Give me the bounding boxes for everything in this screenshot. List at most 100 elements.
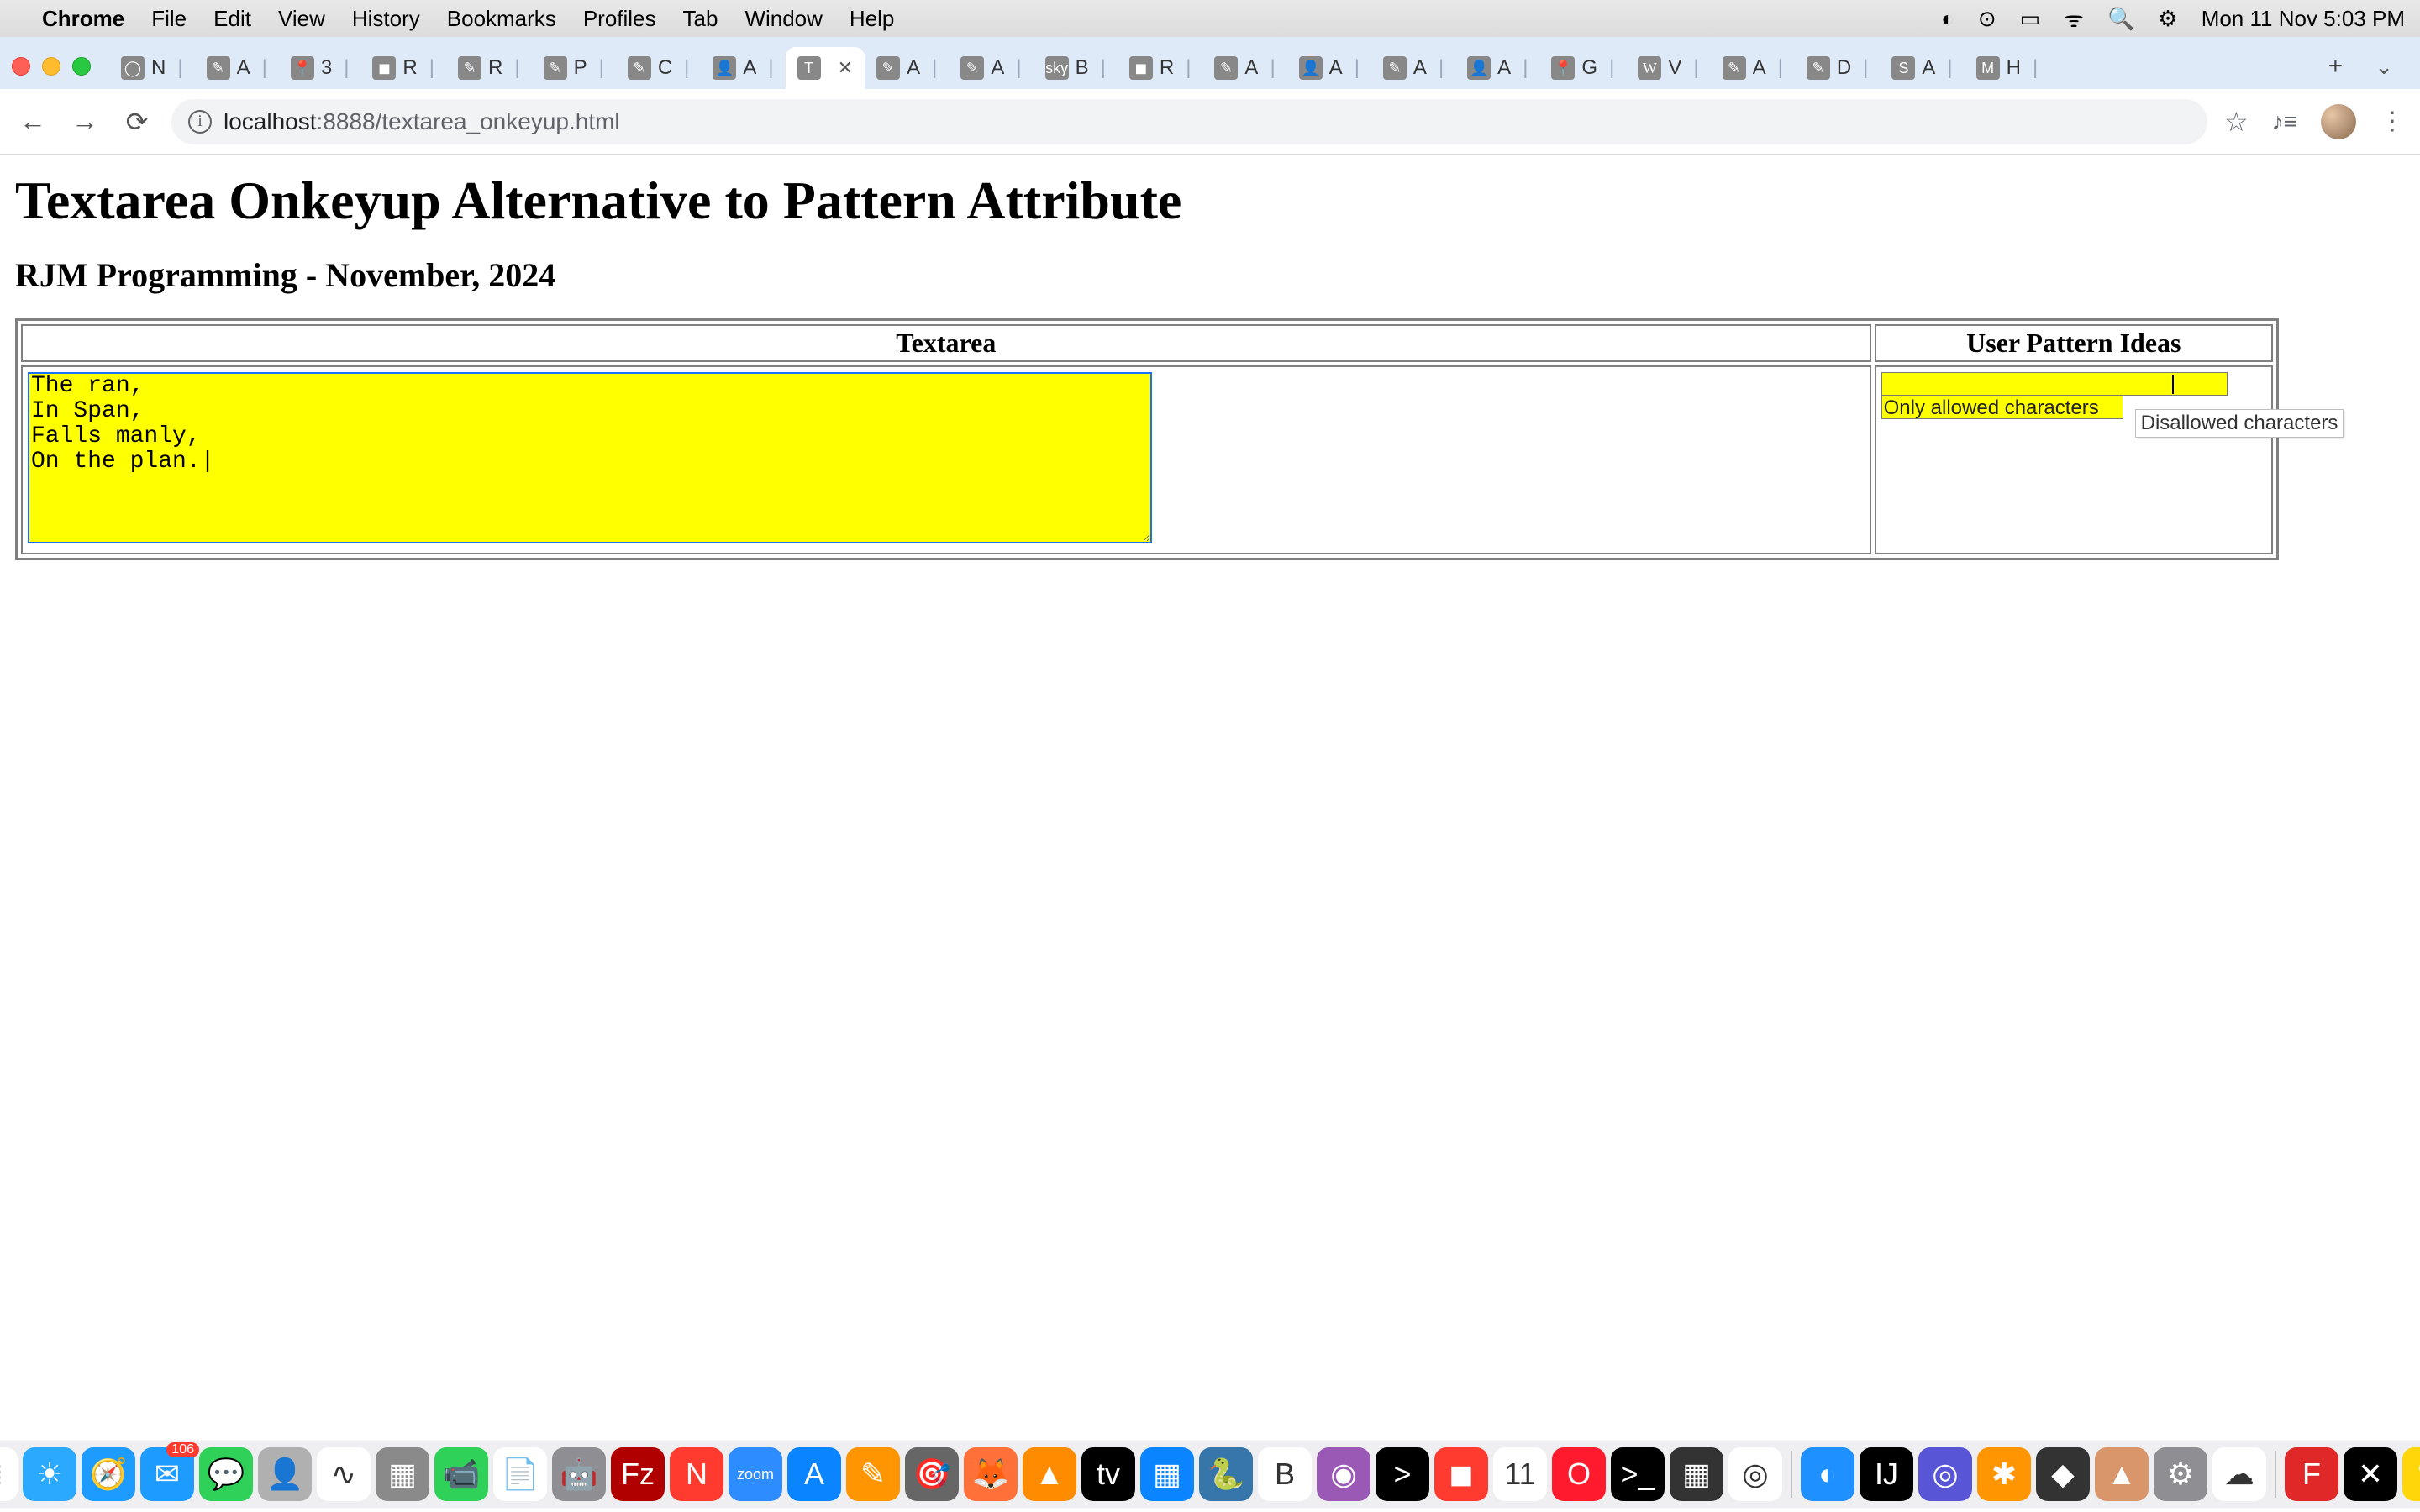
- brackets-icon[interactable]: B: [1258, 1447, 1312, 1501]
- intellij-icon[interactable]: IJ: [1860, 1447, 1913, 1501]
- app4-icon[interactable]: ✱: [1977, 1447, 2031, 1501]
- opera-icon[interactable]: O: [1552, 1447, 1606, 1501]
- window-close-button[interactable]: [12, 57, 30, 76]
- system-icon[interactable]: ⚙: [2154, 1447, 2207, 1501]
- back-button[interactable]: ←: [15, 106, 50, 137]
- wifi-icon[interactable]: ᯤ: [2064, 3, 2084, 34]
- window-zoom-button[interactable]: [72, 57, 91, 76]
- cloud-icon[interactable]: ☁: [2212, 1447, 2266, 1501]
- chrome-menu-icon[interactable]: ⋮: [2380, 107, 2405, 136]
- reminders-icon[interactable]: ≣: [0, 1447, 18, 1501]
- app1-icon[interactable]: ◼: [1434, 1447, 1488, 1501]
- pages-icon[interactable]: ✎: [846, 1447, 900, 1501]
- moon-icon[interactable]: ◐: [1941, 6, 1954, 32]
- tab[interactable]: ✎D|: [1795, 47, 1881, 89]
- tabs-dropdown-button[interactable]: ⌄: [2360, 54, 2408, 80]
- textedit-icon[interactable]: 📄: [493, 1447, 547, 1501]
- menubar-clock[interactable]: Mon 11 Nov 5:03 PM: [2202, 6, 2405, 32]
- bookmark-star-icon[interactable]: ☆: [2224, 106, 2249, 138]
- control-center-icon[interactable]: ⚙: [2158, 6, 2177, 32]
- calculator-icon[interactable]: ▦: [1670, 1447, 1723, 1501]
- tab[interactable]: ✎C|: [616, 47, 702, 89]
- mail-icon[interactable]: ✉: [140, 1447, 194, 1501]
- calendar-icon[interactable]: 11: [1493, 1447, 1547, 1501]
- tab[interactable]: ✎R|: [446, 47, 532, 89]
- tab[interactable]: ✎A|: [195, 47, 279, 89]
- vlc-icon[interactable]: ▲: [1023, 1447, 1076, 1501]
- tab[interactable]: ◼R|: [1118, 47, 1203, 89]
- keynote-icon[interactable]: ▦: [1140, 1447, 1194, 1501]
- tab[interactable]: 👤A|: [701, 47, 785, 89]
- window-minimize-button[interactable]: [42, 57, 60, 76]
- launchpad-icon[interactable]: ▦: [376, 1447, 429, 1501]
- search-icon[interactable]: 🔍: [2107, 6, 2134, 32]
- menu-view[interactable]: View: [278, 6, 325, 32]
- menu-help[interactable]: Help: [850, 6, 894, 32]
- tab[interactable]: 📍G|: [1539, 47, 1626, 89]
- freeform-icon[interactable]: ∿: [317, 1447, 371, 1501]
- tab[interactable]: ✎A|: [1371, 47, 1455, 89]
- news-icon[interactable]: N: [670, 1447, 723, 1501]
- tab[interactable]: ◯N|: [109, 47, 195, 89]
- menu-history[interactable]: History: [352, 6, 420, 32]
- menu-window[interactable]: Window: [744, 6, 822, 32]
- new-tab-button[interactable]: +: [2315, 52, 2357, 81]
- weather-icon[interactable]: ☀: [23, 1447, 76, 1501]
- forward-button[interactable]: →: [67, 106, 103, 137]
- podcasts-icon[interactable]: ◉: [1317, 1447, 1370, 1501]
- site-info-icon[interactable]: i: [188, 110, 212, 134]
- zoom-icon[interactable]: zoom: [729, 1447, 782, 1501]
- filezilla-icon[interactable]: Fz: [611, 1447, 665, 1501]
- python-icon[interactable]: 🐍: [1199, 1447, 1253, 1501]
- tv-icon[interactable]: tv: [1081, 1447, 1135, 1501]
- terminal-icon[interactable]: >_: [1611, 1447, 1665, 1501]
- address-bar[interactable]: i localhost:8888/textarea_onkeyup.html: [171, 99, 2207, 144]
- app6-icon[interactable]: ▲: [2095, 1447, 2149, 1501]
- side-panel-icon[interactable]: ♪≡: [2272, 108, 2297, 135]
- app7-icon[interactable]: ✕: [2344, 1447, 2397, 1501]
- tab[interactable]: MH|: [1965, 47, 2050, 89]
- tab[interactable]: ✎A|: [1202, 47, 1286, 89]
- battery-icon[interactable]: ▭: [2020, 6, 2041, 32]
- facetime-icon[interactable]: 📹: [434, 1447, 488, 1501]
- menu-profiles[interactable]: Profiles: [583, 6, 656, 32]
- colorpicker-icon[interactable]: 🎯: [905, 1447, 959, 1501]
- tab[interactable]: WV|: [1626, 47, 1710, 89]
- flipboard-icon[interactable]: F: [2285, 1447, 2338, 1501]
- messages-icon[interactable]: 💬: [199, 1447, 253, 1501]
- tab[interactable]: skyB|: [1034, 47, 1118, 89]
- tab[interactable]: ✎A|: [949, 47, 1033, 89]
- contacts-icon[interactable]: 👤: [258, 1447, 312, 1501]
- allowed-characters-field[interactable]: Only allowed characters: [1881, 396, 2123, 419]
- tab[interactable]: SA|: [1880, 47, 1964, 89]
- tab[interactable]: ✎P|: [532, 47, 616, 89]
- safari-icon[interactable]: 🧭: [82, 1447, 135, 1501]
- tab[interactable]: ✎A|: [865, 47, 949, 89]
- tab[interactable]: 👤A|: [1287, 47, 1371, 89]
- menu-edit[interactable]: Edit: [213, 6, 251, 32]
- tab[interactable]: ✎A|: [1711, 47, 1795, 89]
- menu-tab[interactable]: Tab: [683, 6, 718, 32]
- menu-bookmarks[interactable]: Bookmarks: [447, 6, 556, 32]
- app5-icon[interactable]: ◆: [2036, 1447, 2090, 1501]
- tab[interactable]: ◼R|: [360, 47, 446, 89]
- terminal2-icon[interactable]: >: [1376, 1447, 1429, 1501]
- tab[interactable]: 👤A|: [1455, 47, 1539, 89]
- play-icon[interactable]: ⊙: [1978, 6, 1996, 32]
- appstore-icon[interactable]: A: [787, 1447, 841, 1501]
- chrome-icon[interactable]: ◎: [1728, 1447, 1782, 1501]
- tab-active[interactable]: T✕: [786, 47, 865, 89]
- main-textarea[interactable]: [28, 372, 1152, 543]
- menu-file[interactable]: File: [151, 6, 187, 32]
- tab[interactable]: 📍3|: [279, 47, 361, 89]
- automator-icon[interactable]: 🤖: [552, 1447, 606, 1501]
- reload-button[interactable]: ⟳: [119, 106, 155, 138]
- disallowed-characters-input[interactable]: [1881, 372, 2228, 396]
- firefox-icon[interactable]: 🦊: [964, 1447, 1018, 1501]
- notes-icon[interactable]: ✎: [2402, 1447, 2420, 1501]
- menu-app[interactable]: Chrome: [42, 6, 124, 32]
- app2-icon[interactable]: ◐: [1801, 1447, 1854, 1501]
- profile-avatar[interactable]: [2321, 104, 2356, 139]
- tab-close-icon[interactable]: ✕: [838, 57, 853, 79]
- app3-icon[interactable]: ◎: [1918, 1447, 1972, 1501]
